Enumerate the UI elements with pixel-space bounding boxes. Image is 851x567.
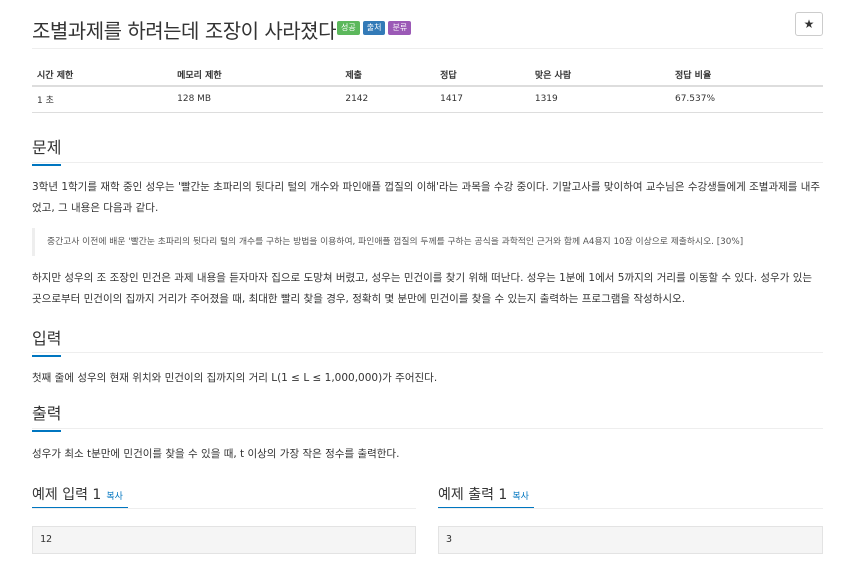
sample-output-heading: 예제 출력 1 복사 — [438, 484, 529, 504]
header-accepted: 정답 — [435, 64, 530, 87]
badge-source[interactable]: 출처 — [362, 21, 386, 35]
input-description: 첫째 줄에 성우의 현재 위치와 민건이의 집까지의 거리 L(1 ≤ L ≤ … — [32, 372, 438, 384]
header-memory-limit: 메모리 제한 — [172, 64, 341, 87]
problem-header: 조별과제를 하려는데 조장이 사라졌다 성공 출처 분류 ★ — [32, 12, 823, 48]
heading-underline — [32, 164, 62, 166]
output-heading-text: 출력 — [32, 404, 62, 423]
value-submissions[interactable]: 2142 — [340, 86, 436, 113]
badge-category[interactable]: 분류 — [388, 21, 412, 35]
problem-title: 조별과제를 하려는데 조장이 사라졌다 — [32, 19, 336, 43]
value-memory-limit: 128 MB — [172, 86, 341, 113]
header-time-limit: 시간 제한 — [32, 64, 173, 87]
problem-info-table: 시간 제한 메모리 제한 제출 정답 맞은 사람 정답 비율 1 초 128 M… — [32, 64, 823, 113]
sample-output-title: 예제 출력 1 — [438, 487, 508, 503]
section-divider — [32, 352, 823, 353]
problem-badges: 성공 출처 분류 — [337, 21, 412, 35]
problem-description-2: 하지만 성우의 조 조장인 민건은 과제 내용을 듣자마자 집으로 도망쳐 버렸… — [32, 272, 813, 305]
sample-input-heading: 예제 입력 1 복사 — [32, 484, 123, 504]
copy-input-button[interactable]: 복사 — [106, 492, 123, 502]
section-divider — [32, 508, 416, 509]
problem-description-1: 3학년 1학기를 재학 중인 성우는 '빨간눈 초파리의 뒷다리 털의 개수와 … — [32, 181, 821, 214]
header-solved-users: 맞은 사람 — [529, 64, 670, 87]
problem-heading-text: 문제 — [32, 138, 62, 157]
section-divider — [438, 508, 823, 509]
section-divider — [32, 162, 823, 163]
input-heading-text: 입력 — [32, 329, 62, 348]
heading-underline — [32, 430, 62, 432]
info-header-row: 시간 제한 메모리 제한 제출 정답 맞은 사람 정답 비율 — [32, 64, 823, 87]
value-time-limit: 1 초 — [32, 86, 173, 113]
section-divider — [32, 428, 823, 429]
sample-input-box[interactable]: 12 — [32, 526, 416, 554]
output-description: 성우가 최소 t분만에 민건이를 찾을 수 있을 때, t 이상의 가장 작은 … — [32, 448, 400, 460]
output-section-heading: 출력 — [32, 400, 62, 432]
star-icon: ★ — [803, 17, 815, 31]
badge-success[interactable]: 성공 — [337, 21, 360, 35]
copy-output-button[interactable]: 복사 — [512, 492, 529, 502]
info-value-row: 1 초 128 MB 2142 1417 1319 67.537% — [32, 86, 823, 113]
value-solved-users[interactable]: 1319 — [529, 86, 670, 113]
title-divider — [32, 48, 823, 49]
input-section-heading: 입력 — [32, 325, 62, 357]
problem-section-heading: 문제 — [32, 134, 62, 166]
problem-quote: 중간고사 이전에 배운 '빨간눈 초파리의 뒷다리 털의 개수를 구하는 방법을… — [32, 228, 823, 256]
sample-input-title: 예제 입력 1 — [32, 487, 102, 503]
star-button[interactable]: ★ — [795, 12, 823, 36]
value-accepted[interactable]: 1417 — [435, 86, 530, 113]
value-accept-ratio: 67.537% — [669, 86, 823, 113]
header-submissions: 제출 — [340, 64, 436, 87]
heading-underline — [32, 355, 62, 357]
header-accept-ratio: 정답 비율 — [669, 64, 823, 87]
sample-output-box[interactable]: 3 — [438, 526, 823, 554]
